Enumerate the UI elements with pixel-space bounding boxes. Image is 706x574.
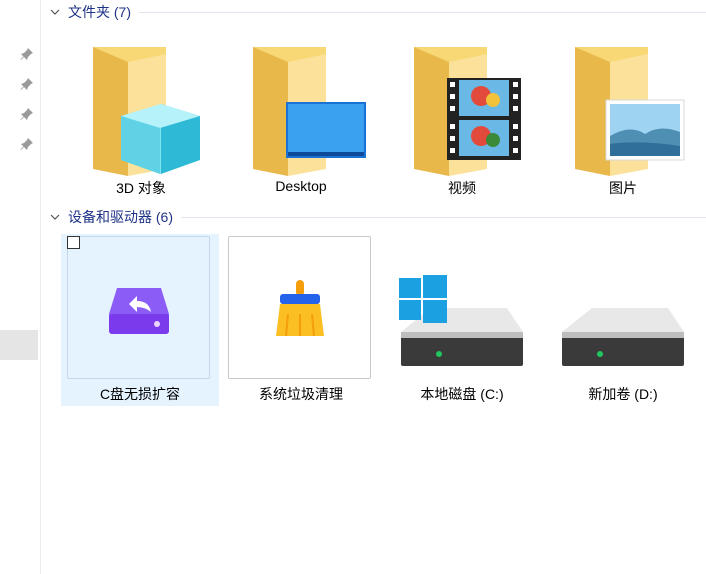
selection-checkbox[interactable]	[67, 236, 80, 249]
pin-icon[interactable]	[20, 77, 34, 91]
device-label: 本地磁盘 (C:)	[420, 386, 504, 402]
navigation-pane	[0, 0, 41, 574]
pin-icon[interactable]	[20, 47, 34, 61]
broom-cleanup-icon	[276, 280, 324, 337]
chevron-down-icon[interactable]	[48, 210, 62, 224]
device-item-drive-c[interactable]: 本地磁盘 (C:)	[387, 234, 537, 406]
group-divider	[181, 216, 706, 218]
videos-folder-icon	[414, 47, 521, 176]
device-label: 新加卷 (D:)	[588, 386, 658, 402]
folder-item-desktop[interactable]: Desktop	[226, 38, 376, 198]
device-item-disk-expand[interactable]: C盘无损扩容	[61, 234, 219, 406]
group-title: 设备和驱动器 (6)	[68, 209, 173, 225]
folder-label: 视频	[448, 180, 476, 196]
group-title: 文件夹 (7)	[68, 4, 131, 20]
disk-expand-app-icon	[109, 288, 169, 334]
hard-drive-icon	[562, 308, 684, 366]
device-label: C盘无损扩容	[99, 386, 181, 402]
folder-label: 图片	[609, 180, 637, 196]
nav-selected-item[interactable]	[0, 330, 38, 360]
pictures-folder-icon	[575, 47, 685, 176]
device-item-drive-d[interactable]: 新加卷 (D:)	[548, 234, 698, 406]
windows-drive-icon	[399, 275, 523, 366]
folder-label: 3D 对象	[116, 180, 166, 196]
pin-icon[interactable]	[20, 137, 34, 151]
device-label: 系统垃圾清理	[259, 386, 343, 402]
3d-objects-folder-icon	[93, 47, 200, 176]
pin-icon[interactable]	[20, 107, 34, 121]
group-divider	[139, 11, 706, 13]
folder-item-3d-objects[interactable]: 3D 对象	[66, 38, 216, 198]
chevron-down-icon[interactable]	[48, 5, 62, 19]
group-header-folders[interactable]: 文件夹 (7)	[48, 2, 706, 22]
folder-item-pictures[interactable]: 图片	[548, 38, 698, 198]
folder-label: Desktop	[275, 178, 327, 194]
device-item-cleanup[interactable]: 系统垃圾清理	[222, 234, 380, 406]
folder-item-videos[interactable]: 视频	[387, 38, 537, 198]
group-header-devices[interactable]: 设备和驱动器 (6)	[48, 207, 706, 227]
desktop-folder-icon	[253, 47, 366, 176]
